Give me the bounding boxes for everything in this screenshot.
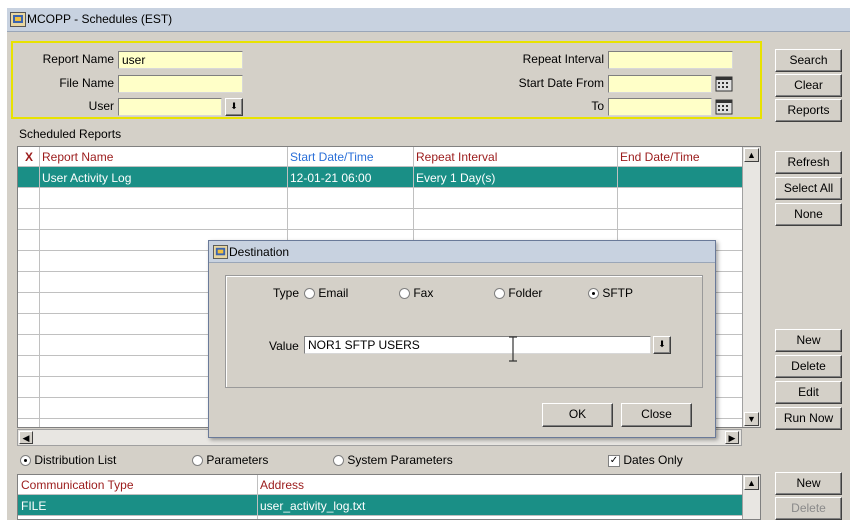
dialog-title: Destination — [229, 245, 290, 259]
scroll-left-icon[interactable]: ◀ — [19, 431, 33, 444]
radio-icon — [304, 288, 315, 300]
system-parameters-radio[interactable]: System Parameters — [333, 453, 453, 467]
radio-selected-icon — [588, 288, 599, 300]
calendar-icon — [715, 76, 733, 92]
type-fax-label: Fax — [413, 286, 434, 300]
report-name-label: Report Name — [42, 52, 114, 66]
communication-vertical-scrollbar[interactable]: ▲ — [742, 475, 760, 519]
type-sftp-radio[interactable]: SFTP — [588, 286, 633, 300]
dropdown-arrow-icon: ⬇ — [230, 101, 238, 111]
edit-schedule-button[interactable]: Edit — [775, 381, 842, 404]
cell-start-date: 12-01-21 06:00 — [290, 171, 372, 185]
system-parameters-label: System Parameters — [347, 453, 453, 467]
to-date-calendar-button[interactable] — [715, 99, 733, 115]
start-date-calendar-button[interactable] — [715, 76, 733, 92]
value-label: Value — [269, 339, 299, 353]
col-header-address[interactable]: Address — [260, 475, 304, 495]
none-button[interactable]: None — [775, 203, 842, 226]
search-button[interactable]: Search — [775, 49, 842, 72]
cell-report-name: User Activity Log — [42, 171, 132, 185]
start-date-from-input[interactable] — [608, 75, 712, 93]
radio-icon — [192, 455, 203, 467]
type-folder-radio[interactable]: Folder — [494, 286, 542, 300]
col-header-communication-type[interactable]: Communication Type — [21, 475, 134, 495]
scheduled-reports-label: Scheduled Reports — [19, 127, 122, 141]
report-name-input[interactable]: user — [118, 51, 243, 69]
col-header-end-date[interactable]: End Date/Time — [620, 147, 700, 167]
start-date-from-label: Start Date From — [518, 76, 604, 90]
radio-selected-icon — [20, 455, 31, 467]
to-date-label: To — [591, 99, 604, 113]
col-header-delete[interactable]: X — [25, 147, 33, 167]
type-sftp-label: SFTP — [602, 286, 634, 300]
col-header-repeat-interval[interactable]: Repeat Interval — [416, 147, 497, 167]
destination-value-input[interactable]: NOR1 SFTP USERS — [304, 336, 651, 354]
type-label: Type — [273, 286, 300, 300]
app-icon — [213, 245, 228, 259]
type-folder-label: Folder — [508, 286, 543, 300]
new-schedule-button[interactable]: New — [775, 329, 842, 352]
dates-only-checkbox[interactable]: ✓ Dates Only — [608, 453, 683, 467]
calendar-icon — [715, 99, 733, 115]
destination-dialog: Destination Type Email Fax Folder SFTP V… — [208, 240, 716, 438]
new-communication-button[interactable]: New — [775, 472, 842, 495]
dialog-close-button[interactable]: Close — [621, 403, 692, 427]
scroll-right-icon[interactable]: ▶ — [725, 431, 739, 444]
type-email-radio[interactable]: Email — [304, 286, 348, 300]
file-name-label: File Name — [59, 76, 114, 90]
col-header-report-name[interactable]: Report Name — [42, 147, 113, 167]
window-title: MCOPP - Schedules (EST) — [27, 12, 173, 26]
scroll-up-icon[interactable]: ▲ — [744, 148, 759, 162]
cell-repeat-interval: Every 1 Day(s) — [416, 171, 496, 185]
reports-button[interactable]: Reports — [775, 99, 842, 122]
window-title-bar: MCOPP - Schedules (EST) — [7, 8, 850, 32]
run-now-button[interactable]: Run Now — [775, 407, 842, 430]
radio-icon — [333, 455, 344, 467]
select-all-button[interactable]: Select All — [775, 177, 842, 200]
text-cursor-icon — [509, 336, 517, 362]
user-dropdown-button[interactable]: ⬇ — [225, 98, 243, 116]
dates-only-label: Dates Only — [623, 453, 683, 467]
distribution-list-label: Distribution List — [34, 453, 117, 467]
dropdown-arrow-icon: ⬇ — [658, 339, 666, 349]
refresh-button[interactable]: Refresh — [775, 151, 842, 174]
communication-grid: Communication Type Address FILE user_act… — [17, 474, 761, 520]
delete-communication-button[interactable]: Delete — [775, 497, 842, 520]
to-date-input[interactable] — [608, 98, 712, 116]
repeat-interval-label: Repeat Interval — [522, 52, 604, 66]
repeat-interval-input[interactable] — [608, 51, 733, 69]
parameters-radio[interactable]: Parameters — [192, 453, 268, 467]
scroll-down-icon[interactable]: ▼ — [744, 412, 759, 426]
col-header-start-date[interactable]: Start Date/Time — [290, 147, 374, 167]
file-name-input[interactable] — [118, 75, 243, 93]
dialog-title-bar: Destination — [209, 241, 715, 263]
scroll-up-icon[interactable]: ▲ — [744, 476, 759, 490]
cell-communication-type: FILE — [21, 499, 47, 513]
user-input[interactable] — [118, 98, 222, 116]
distribution-list-radio[interactable]: Distribution List — [20, 453, 116, 467]
app-icon — [10, 12, 26, 27]
checkmark-icon: ✓ — [608, 454, 620, 467]
delete-schedule-button[interactable]: Delete — [775, 355, 842, 378]
grid-column-divider — [18, 147, 40, 427]
grid-vertical-scrollbar[interactable]: ▲ ▼ — [742, 147, 760, 427]
type-fax-radio[interactable]: Fax — [399, 286, 433, 300]
type-email-label: Email — [318, 286, 349, 300]
cell-address: user_activity_log.txt — [260, 499, 366, 513]
user-label: User — [88, 99, 114, 113]
clear-button[interactable]: Clear — [775, 74, 842, 97]
radio-icon — [399, 288, 410, 300]
radio-icon — [494, 288, 505, 300]
parameters-label: Parameters — [206, 453, 269, 467]
value-dropdown-button[interactable]: ⬇ — [653, 336, 671, 354]
dialog-ok-button[interactable]: OK — [542, 403, 613, 427]
